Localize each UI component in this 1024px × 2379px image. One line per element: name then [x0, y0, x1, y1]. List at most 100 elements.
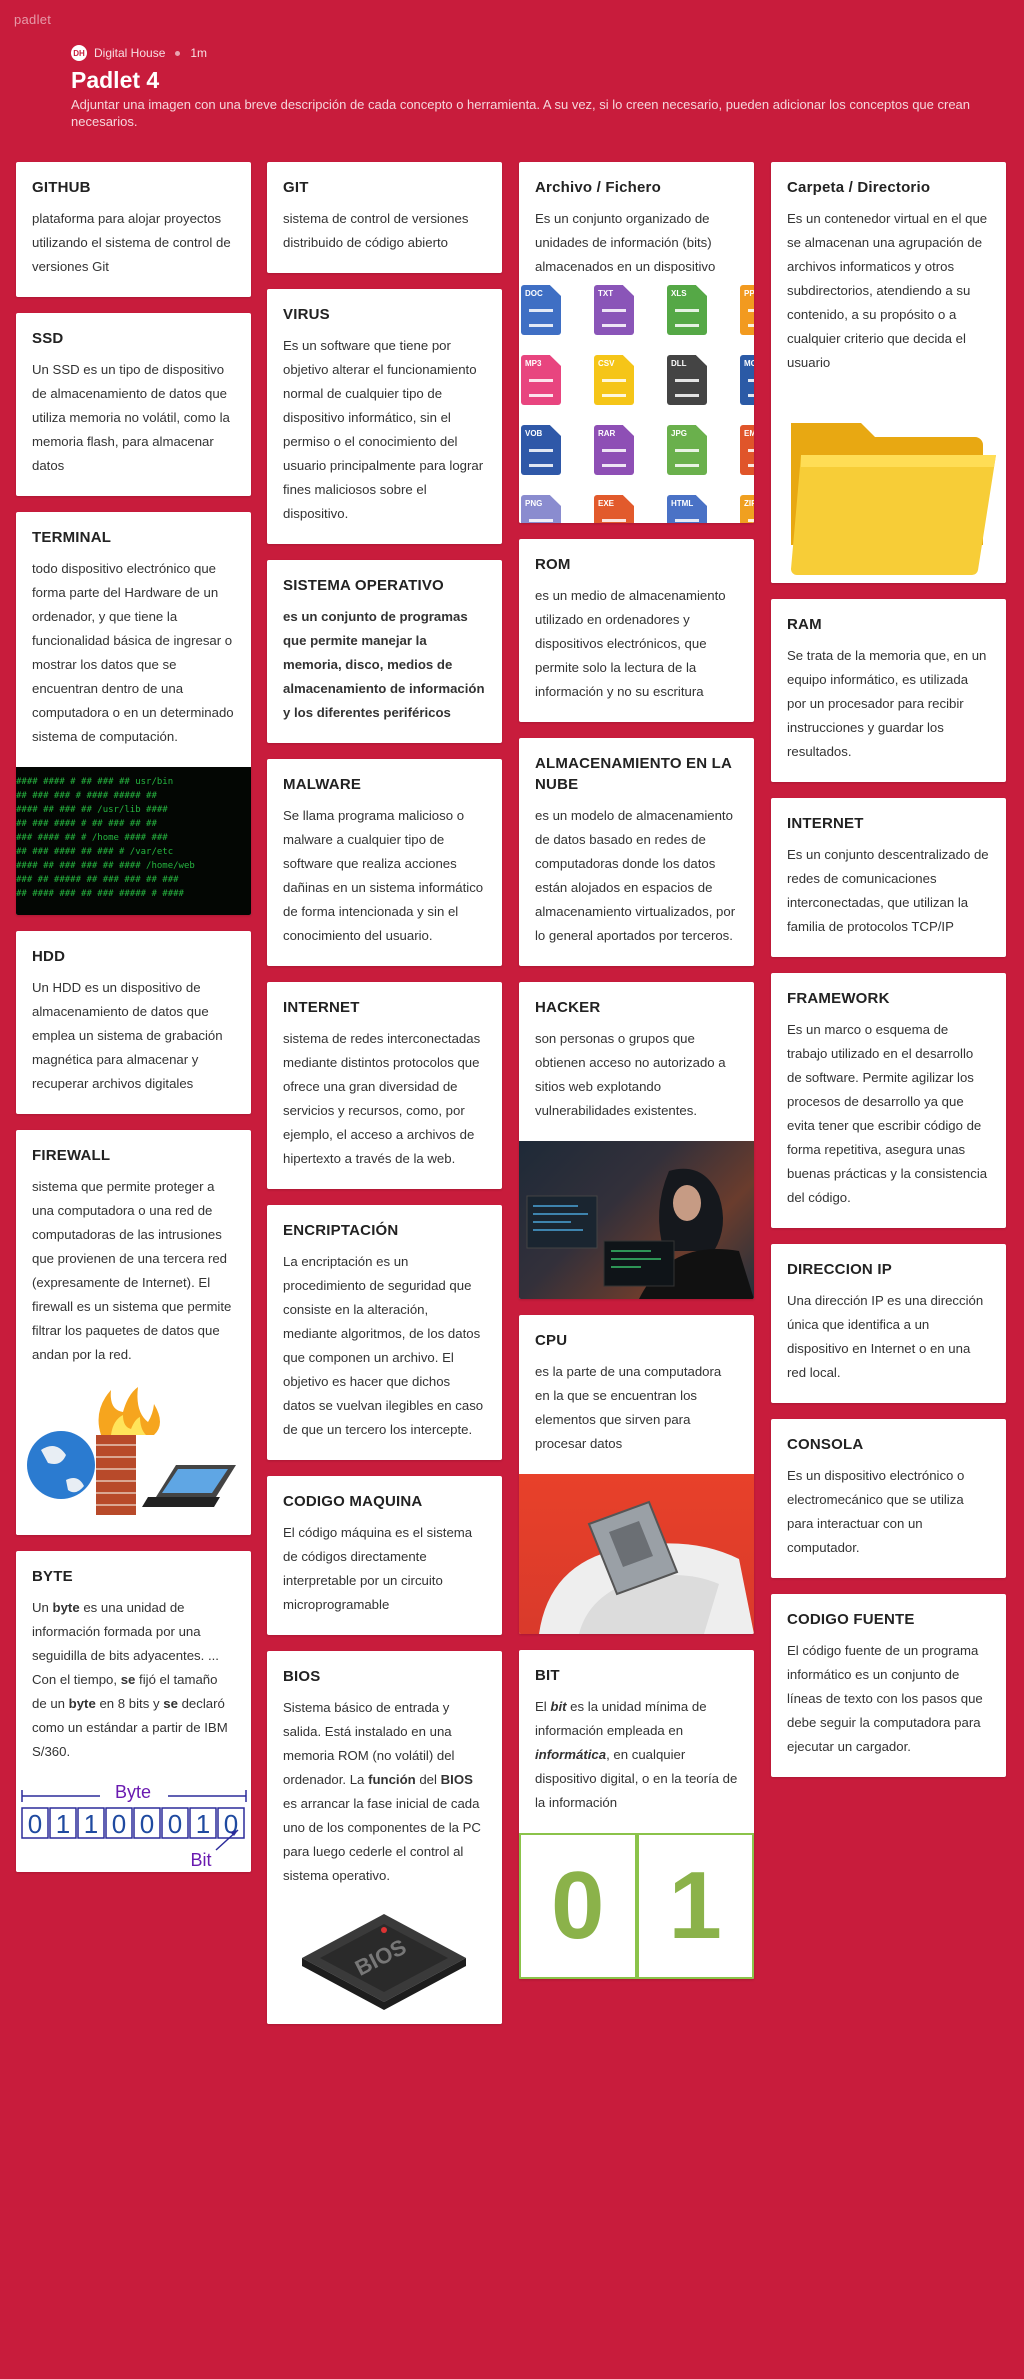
file-icon-doc: DOC: [521, 285, 561, 335]
bios-chip-image[interactable]: BIOS: [267, 1906, 502, 2024]
post-card[interactable]: INTERNET Es un conjunto descentralizado …: [771, 798, 1006, 957]
file-icon-html: HTML: [667, 495, 707, 523]
post-card[interactable]: ENCRIPTACIÓN La encriptación es un proce…: [267, 1205, 502, 1460]
column-1: GITHUB plataforma para alojar proyectos …: [16, 162, 251, 1888]
post-title: Carpeta / Directorio: [787, 179, 931, 196]
post-body: sistema de redes interconectadas mediant…: [283, 1031, 481, 1166]
file-icon-csv: CSV: [594, 355, 634, 405]
file-icon-ppt: PPT: [740, 285, 754, 335]
author-name[interactable]: Digital House: [94, 46, 165, 60]
post-body: Un HDD es un dispositivo de almacenamien…: [32, 980, 223, 1091]
post-card[interactable]: VIRUS Es un software que tiene por objet…: [267, 289, 502, 544]
post-card[interactable]: BYTE Un byte es una unidad de informació…: [16, 1551, 251, 1872]
globe-icon: [27, 1431, 95, 1499]
post-body: Un byte es una unidad de información for…: [32, 1600, 228, 1759]
post-body: Se trata de la memoria que, en un equipo…: [787, 648, 987, 759]
svg-text:Bit: Bit: [190, 1850, 211, 1870]
post-body: Es un software que tiene por objetivo al…: [283, 338, 484, 521]
post-card[interactable]: GITHUB plataforma para alojar proyectos …: [16, 162, 251, 297]
post-title: ALMACENAMIENTO EN LA NUBE: [535, 755, 732, 793]
post-title: VIRUS: [283, 306, 330, 323]
file-icon-xls: XLS: [667, 285, 707, 335]
fire-icon: [98, 1387, 160, 1435]
post-card[interactable]: CPU es la parte de una computadora en la…: [519, 1315, 754, 1634]
post-body: Se llama programa malicioso o malware a …: [283, 808, 484, 943]
post-title: ENCRIPTACIÓN: [283, 1222, 399, 1239]
post-card[interactable]: RAM Se trata de la memoria que, en un eq…: [771, 599, 1006, 782]
file-icon-exe: EXE: [594, 495, 634, 523]
post-title: INTERNET: [283, 999, 360, 1016]
post-body: Es un contenedor virtual en el que se al…: [787, 211, 988, 370]
author-avatar[interactable]: DH: [71, 45, 87, 61]
column-4: Carpeta / Directorio Es un contenedor vi…: [771, 162, 1006, 1793]
file-icon-zip: ZIP: [740, 495, 754, 523]
file-icon-rar: RAR: [594, 425, 634, 475]
post-card[interactable]: SSD Un SSD es un tipo de dispositivo de …: [16, 313, 251, 496]
post-card[interactable]: SISTEMA OPERATIVO es un conjunto de prog…: [267, 560, 502, 743]
file-icon-jpg: JPG: [667, 425, 707, 475]
bit-digit: 0: [112, 1809, 126, 1839]
file-icon-png: PNG: [521, 495, 561, 523]
file-types-image[interactable]: DOC TXT XLS PPT MP3 CSV DLL MOV VOB RAR JPG EML PNG E…: [519, 285, 754, 523]
post-title: INTERNET: [787, 815, 864, 832]
post-title: GITHUB: [32, 179, 91, 196]
post-body: son personas o grupos que obtienen acces…: [535, 1031, 726, 1118]
board-description: Adjuntar una imagen con una breve descri…: [71, 97, 971, 129]
bit-digit: 0: [168, 1809, 182, 1839]
post-card[interactable]: Archivo / Fichero Es un conjunto organiz…: [519, 162, 754, 523]
post-body: todo dispositivo electrónico que forma p…: [32, 561, 234, 744]
firewall-image[interactable]: [16, 1385, 251, 1535]
file-icon-mov: MOV: [740, 355, 754, 405]
post-card[interactable]: CODIGO FUENTE El código fuente de un pro…: [771, 1594, 1006, 1777]
post-card[interactable]: BIT El bit es la unidad mínima de inform…: [519, 1650, 754, 1979]
post-card[interactable]: Carpeta / Directorio Es un contenedor vi…: [771, 162, 1006, 583]
board-header: DH Digital House 1m Padlet 4 Adjuntar un…: [71, 44, 991, 130]
bit-digit: 1: [196, 1809, 210, 1839]
post-card[interactable]: GIT sistema de control de versiones dist…: [267, 162, 502, 273]
post-card[interactable]: CODIGO MAQUINA El código máquina es el s…: [267, 1476, 502, 1635]
post-card[interactable]: FRAMEWORK Es un marco o esquema de traba…: [771, 973, 1006, 1228]
post-card[interactable]: TERMINAL todo dispositivo electrónico qu…: [16, 512, 251, 915]
hacker-image[interactable]: [519, 1141, 754, 1299]
post-card[interactable]: HDD Un HDD es un dispositivo de almacena…: [16, 931, 251, 1114]
board-time: 1m: [190, 46, 208, 60]
bit-digit: 1: [84, 1809, 98, 1839]
post-title: Archivo / Fichero: [535, 179, 661, 196]
post-card[interactable]: CONSOLA Es un dispositivo electrónico o …: [771, 1419, 1006, 1578]
post-body: es un conjunto de programas que permite …: [283, 609, 485, 720]
terminal-image[interactable]: #### #### # ## ### ## usr/bin ## ### ###…: [16, 767, 251, 915]
post-title: CODIGO MAQUINA: [283, 1493, 423, 1510]
meta-separator: [175, 50, 181, 56]
post-card[interactable]: INTERNET sistema de redes interconectada…: [267, 982, 502, 1189]
post-body: es un medio de almacenamiento utilizado …: [535, 588, 726, 699]
post-card[interactable]: FIREWALL sistema que permite proteger a …: [16, 1130, 251, 1535]
svg-text:Byte: Byte: [115, 1782, 151, 1802]
post-body: La encriptación es un procedimiento de s…: [283, 1254, 484, 1437]
folder-image[interactable]: [771, 393, 1006, 583]
post-title: CODIGO FUENTE: [787, 1611, 915, 1628]
file-icon-dll: DLL: [667, 355, 707, 405]
cpu-image[interactable]: [519, 1474, 754, 1634]
byte-diagram-image[interactable]: Byte 01100010 Bit: [16, 1782, 251, 1872]
file-icon-vob: VOB: [521, 425, 561, 475]
post-card[interactable]: HACKER son personas o grupos que obtiene…: [519, 982, 754, 1299]
post-title: HACKER: [535, 999, 601, 1016]
post-body: sistema de control de versiones distribu…: [283, 211, 469, 250]
bit-image[interactable]: 0 1: [519, 1833, 754, 1979]
post-card[interactable]: DIRECCION IP Una dirección IP es una dir…: [771, 1244, 1006, 1403]
post-card[interactable]: ROM es un medio de almacenamiento utiliz…: [519, 539, 754, 722]
post-body: Es un conjunto organizado de unidades de…: [535, 211, 716, 274]
post-title: TERMINAL: [32, 529, 112, 546]
post-card[interactable]: ALMACENAMIENTO EN LA NUBE es un modelo d…: [519, 738, 754, 966]
post-body: Es un dispositivo electrónico o electrom…: [787, 1468, 965, 1555]
post-title: HDD: [32, 948, 66, 965]
post-card[interactable]: BIOS Sistema básico de entrada y salida.…: [267, 1651, 502, 2024]
post-card[interactable]: MALWARE Se llama programa malicioso o ma…: [267, 759, 502, 966]
post-body: Es un conjunto descentralizado de redes …: [787, 847, 989, 934]
padlet-logo[interactable]: padlet: [14, 12, 51, 27]
post-title: FRAMEWORK: [787, 990, 890, 1007]
post-title: BYTE: [32, 1568, 73, 1585]
post-title: SISTEMA OPERATIVO: [283, 577, 444, 594]
bit-digit: 0: [28, 1809, 42, 1839]
file-icon-eml: EML: [740, 425, 754, 475]
